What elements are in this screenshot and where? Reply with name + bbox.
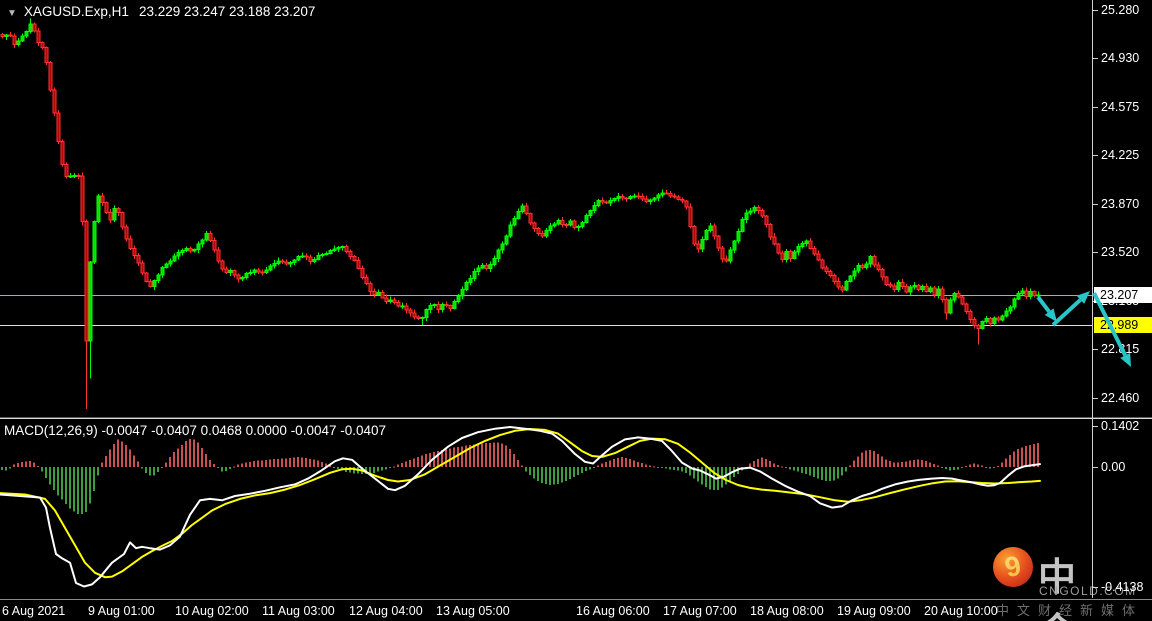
- cngold-logo-icon: 9: [993, 547, 1033, 587]
- pane-divider-highlight: [0, 418, 1152, 419]
- macd-tick-mark: [1093, 467, 1098, 468]
- macd-indicator-canvas[interactable]: [0, 420, 1092, 598]
- support-level-price-box: 22.989: [1094, 317, 1152, 334]
- price-axis[interactable]: 25.28024.93024.57524.22523.87023.52023.1…: [1093, 0, 1152, 598]
- macd-tick-mark: [1093, 587, 1098, 588]
- price-tick-mark: [1093, 10, 1098, 11]
- price-chart-canvas[interactable]: [0, 0, 1092, 418]
- time-axis-label: 10 Aug 02:00: [175, 604, 249, 618]
- price-tick-label: 23.520: [1101, 245, 1140, 260]
- price-tick-mark: [1093, 204, 1098, 205]
- macd-histogram-layer: [1, 438, 1039, 514]
- macd-tick-label: 0.00: [1101, 460, 1126, 474]
- time-axis-label: 12 Aug 04:00: [349, 604, 423, 618]
- price-tick-label: 23.870: [1101, 197, 1140, 211]
- chart-title-bar: ▼ XAGUSD.Exp,H1 23.229 23.247 23.188 23.20…: [7, 4, 315, 19]
- macd-signal-line: [0, 428, 1041, 579]
- price-tick-label: 24.930: [1101, 51, 1140, 66]
- candles-layer: [0, 18, 1041, 410]
- time-axis-label: 19 Aug 09:00: [837, 604, 911, 618]
- macd-tick-label: 0.1402: [1101, 419, 1140, 434]
- price-tick-label: 24.225: [1101, 148, 1140, 163]
- time-axis-label: 17 Aug 07:00: [663, 604, 737, 618]
- time-axis-label: 20 Aug 10:00: [924, 604, 998, 618]
- mt4-chart-window: ▼ XAGUSD.Exp,H1 23.229 23.247 23.188 23.20…: [0, 0, 1152, 621]
- current-price-box: 23.207: [1094, 287, 1152, 304]
- price-tick-label: 22.815: [1101, 342, 1140, 357]
- time-axis-label: 11 Aug 03:00: [262, 604, 335, 618]
- time-axis-label: 18 Aug 08:00: [750, 604, 824, 618]
- symbol-timeframe-label: XAGUSD.Exp,H1: [23, 4, 129, 19]
- price-tick-label: 25.280: [1101, 3, 1140, 17]
- time-axis[interactable]: 6 Aug 2021 9 Aug 01:00 10 Aug 02:00 11 Aug …: [0, 599, 1152, 621]
- macd-indicator-label: MACD(12,26,9) -0.0047 -0.0407 0.0468 0.0…: [4, 423, 387, 438]
- price-tick-mark: [1093, 58, 1098, 60]
- time-axis-label: 13 Aug 05:00: [436, 604, 510, 618]
- price-tick-mark: [1093, 349, 1098, 351]
- time-axis-label: 9 Aug 01:00: [88, 604, 155, 618]
- price-tick-mark: [1093, 107, 1098, 108]
- horizontal-level-lines[interactable]: [0, 295, 1092, 327]
- macd-tick-label: -0.4138: [1101, 580, 1144, 594]
- ohlc-values: 23.229 23.247 23.188 23.207: [138, 4, 316, 19]
- price-tick-mark: [1093, 252, 1098, 254]
- macd-tick-mark: [1093, 426, 1098, 428]
- time-axis-label: 16 Aug 06:00: [576, 604, 650, 618]
- price-tick-mark: [1093, 155, 1098, 157]
- price-tick-mark: [1093, 398, 1098, 399]
- price-tick-label: 24.575: [1101, 100, 1140, 114]
- price-tick-label: 22.460: [1101, 391, 1140, 405]
- macd-main-line: [0, 426, 1041, 588]
- chart-dropdown-icon[interactable]: ▼: [7, 8, 17, 19]
- time-axis-label: 6 Aug 2021: [2, 604, 66, 618]
